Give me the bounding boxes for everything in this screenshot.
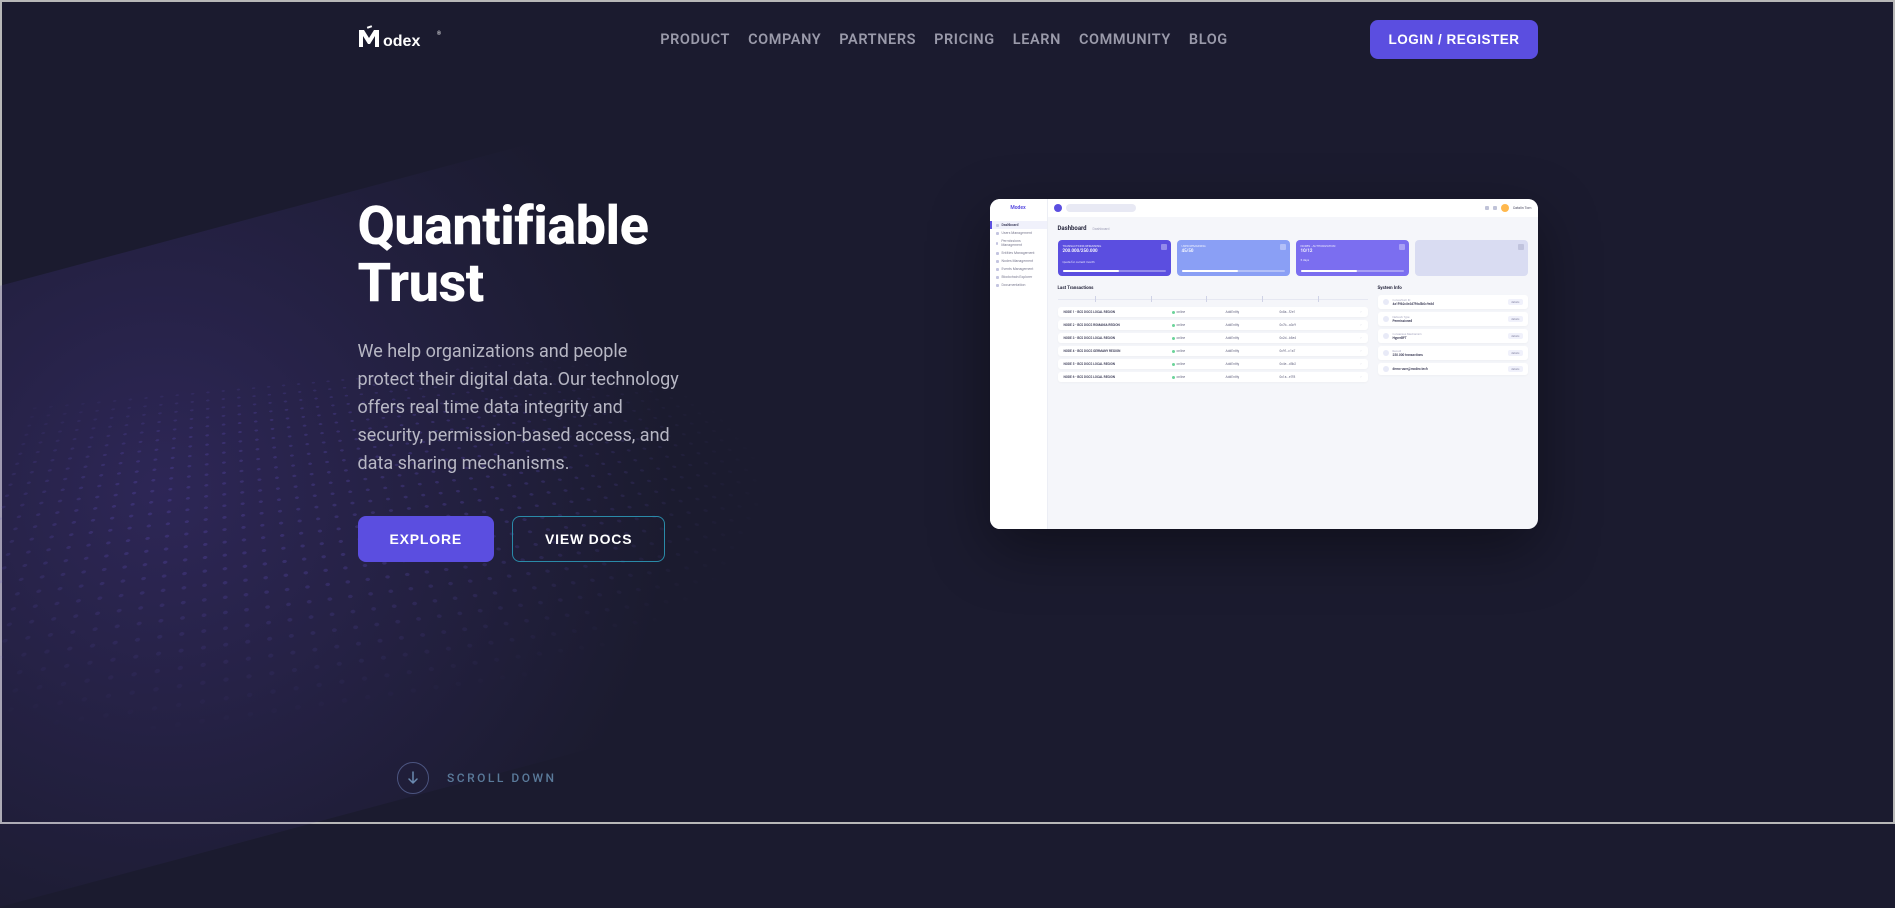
preview-timeline: [1058, 295, 1368, 303]
hero-buttons: EXPLORE VIEW DOCS: [358, 516, 718, 562]
hero-image-wrap: Modex Dashboard Users Management Permiss…: [788, 199, 1538, 562]
nav-product[interactable]: PRODUCT: [660, 31, 730, 48]
svg-text:®: ®: [437, 30, 441, 37]
site-header: odex ® PRODUCT COMPANY PARTNERS PRICING …: [358, 2, 1538, 59]
preview-trans-row: NODE 5 - BCS DOCS LOCAL REGIONonlineAddE…: [1058, 359, 1368, 369]
preview-menu-explorer: Blockchain Explorer: [990, 273, 1047, 281]
preview-menu-docs: Documentation: [990, 281, 1047, 289]
preview-main: Dashboard Dashboard TRANSACTIONS REMAINI…: [1048, 217, 1538, 529]
preview-card-3: NODES - AUTHORIZATION 10/12 5 days: [1296, 240, 1409, 276]
preview-card-4: [1415, 240, 1528, 276]
nav-learn[interactable]: LEARN: [1013, 31, 1061, 48]
preview-menu-nodes: Nodes Management: [990, 257, 1047, 265]
svg-text:odex: odex: [383, 33, 420, 50]
view-docs-button[interactable]: VIEW DOCS: [512, 516, 665, 562]
login-register-button[interactable]: LOGIN / REGISTER: [1370, 20, 1537, 59]
preview-trans-row: NODE 1 - BCS DOCS LOCAL REGIONonlineAddE…: [1058, 307, 1368, 317]
hero-text: Quantifiable Trust We help organizations…: [358, 199, 718, 562]
preview-card2-title: USER REMAINING: [1182, 244, 1285, 248]
modex-logo-icon: odex ®: [358, 23, 488, 57]
preview-system-info: System Info Consortium ID4a1f9b2c8e3d7f6…: [1378, 286, 1528, 385]
preview-cards: TRANSACTIONS REMAINING 200.000/250.000 Q…: [1058, 240, 1528, 276]
hero-section: Quantifiable Trust We help organizations…: [358, 59, 1538, 562]
arrow-down-icon: [407, 771, 419, 785]
preview-card3-sub: 5 days: [1301, 258, 1404, 262]
nav-community[interactable]: COMMUNITY: [1079, 31, 1171, 48]
preview-menu-permissions: Permissions Management: [990, 237, 1047, 249]
preview-trans-title: Last Transactions: [1058, 286, 1368, 291]
preview-sys-row: Consensus MechanismHyperBFTdetails: [1378, 329, 1528, 343]
preview-card1-value: 200.000/250.000: [1063, 249, 1166, 254]
preview-trans-row: NODE 4 - BCS DOCS GERMANY REGIONonlineAd…: [1058, 346, 1368, 356]
nav-partners[interactable]: PARTNERS: [839, 31, 916, 48]
preview-transactions: Last Transactions NODE 1 - BCS DOCS LOCA…: [1058, 286, 1368, 385]
dashboard-preview: Modex Dashboard Users Management Permiss…: [990, 199, 1538, 529]
preview-search: [1066, 204, 1136, 212]
hero-description: We help organizations and people protect…: [358, 338, 688, 477]
preview-card-1: TRANSACTIONS REMAINING 200.000/250.000 Q…: [1058, 240, 1171, 276]
preview-sys-title: System Info: [1378, 286, 1528, 291]
preview-sys-row: Consortium ID4a1f9b2c8e3d7f6a5b0c9e8ddet…: [1378, 295, 1528, 309]
preview-avatar: [1501, 204, 1509, 212]
preview-breadcrumb: Dashboard: [1093, 227, 1110, 231]
preview-card1-sub: Quota for current month: [1063, 260, 1166, 264]
preview-sidebar: Modex Dashboard Users Management Permiss…: [990, 199, 1048, 529]
preview-card3-value: 10/12: [1301, 249, 1404, 254]
nav-blog[interactable]: BLOG: [1189, 31, 1228, 48]
nav-pricing[interactable]: PRICING: [934, 31, 995, 48]
preview-card-2: USER REMAINING 45/50: [1177, 240, 1290, 276]
preview-sys-row: Network TypePermissioneddetails: [1378, 312, 1528, 326]
main-nav: PRODUCT COMPANY PARTNERS PRICING LEARN C…: [518, 31, 1371, 48]
preview-sys-row: demo-user@modex.techdetails: [1378, 363, 1528, 375]
preview-username: Catalin Tom: [1513, 206, 1532, 210]
preview-topbar: Catalin Tom: [1048, 199, 1538, 217]
preview-card1-title: TRANSACTIONS REMAINING: [1063, 244, 1166, 248]
preview-menu-entities: Entities Management: [990, 249, 1047, 257]
preview-menu-dashboard: Dashboard: [990, 221, 1047, 229]
nav-company[interactable]: COMPANY: [748, 31, 821, 48]
preview-brand: Modex: [990, 199, 1047, 217]
preview-menu-users: Users Management: [990, 229, 1047, 237]
scroll-down-text: SCROLL DOWN: [447, 771, 557, 785]
hero-title-line1: Quantifiable: [358, 195, 649, 258]
preview-trans-row: NODE 3 - BCS DOCS LOCAL REGIONonlineAddE…: [1058, 333, 1368, 343]
hero-title: Quantifiable Trust: [358, 199, 718, 312]
preview-trans-row: NODE 6 - BCS DOCS LOCAL REGIONonlineAddE…: [1058, 372, 1368, 382]
preview-menu: Dashboard Users Management Permissions M…: [990, 217, 1047, 293]
preview-card2-value: 45/50: [1182, 249, 1285, 254]
scroll-down-indicator[interactable]: SCROLL DOWN: [397, 762, 557, 794]
hero-title-line2: Trust: [358, 252, 484, 315]
preview-sys-row: Record250.000 transactionsdetails: [1378, 346, 1528, 360]
scroll-down-circle: [397, 762, 429, 794]
preview-page-title: Dashboard: [1058, 225, 1087, 232]
brand-logo[interactable]: odex ®: [358, 23, 488, 57]
preview-trans-row: NODE 2 - BCS DOCS ROMANIA REGIONonlineAd…: [1058, 320, 1368, 330]
preview-menu-events: Events Management: [990, 265, 1047, 273]
explore-button[interactable]: EXPLORE: [358, 516, 495, 562]
preview-card3-title: NODES - AUTHORIZATION: [1301, 244, 1404, 248]
